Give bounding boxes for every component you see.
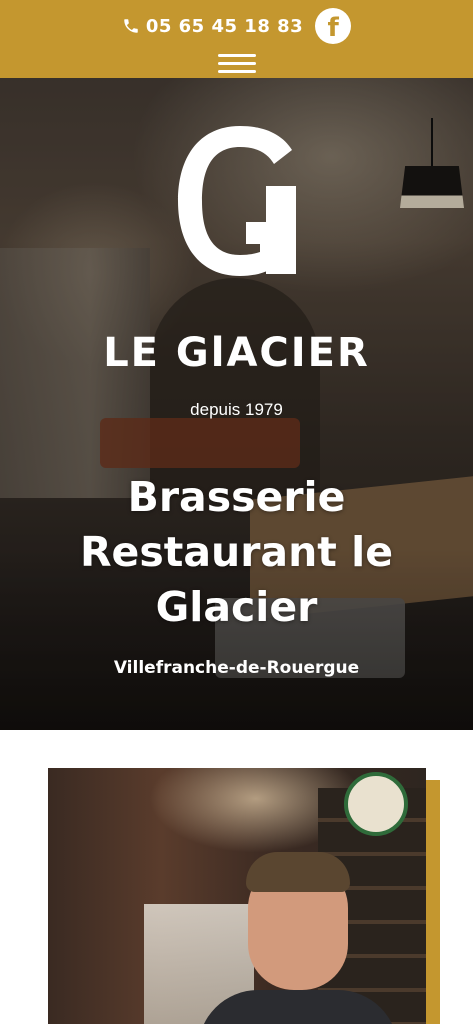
contact-row: 05 65 45 18 83 f xyxy=(0,6,473,46)
phone-number: 05 65 45 18 83 xyxy=(145,15,304,37)
brand-wordmark: LE GlACIER xyxy=(103,330,370,376)
phone-link[interactable]: 05 65 45 18 83 xyxy=(122,16,303,37)
city-subtitle: Villefranche-de-Rouergue xyxy=(113,658,360,678)
brewery-sign xyxy=(344,772,408,836)
since-year: depuis 1979 xyxy=(190,400,283,419)
page-title: Brasserie Restaurant le Glacier xyxy=(0,470,473,635)
top-bar: 05 65 45 18 83 f xyxy=(0,0,473,78)
hamburger-menu-icon[interactable] xyxy=(218,52,256,74)
title-line: Restaurant le xyxy=(79,528,394,576)
logo-g-icon xyxy=(178,126,296,276)
chef-photo xyxy=(48,768,426,1024)
person-hair xyxy=(246,852,350,892)
title-line: Brasserie xyxy=(127,473,346,521)
phone-icon xyxy=(122,17,140,35)
hero-banner: LE GlACIER depuis 1979 Brasserie Restaur… xyxy=(0,78,473,730)
facebook-icon[interactable]: f xyxy=(315,8,352,44)
title-line: Glacier xyxy=(155,583,318,631)
